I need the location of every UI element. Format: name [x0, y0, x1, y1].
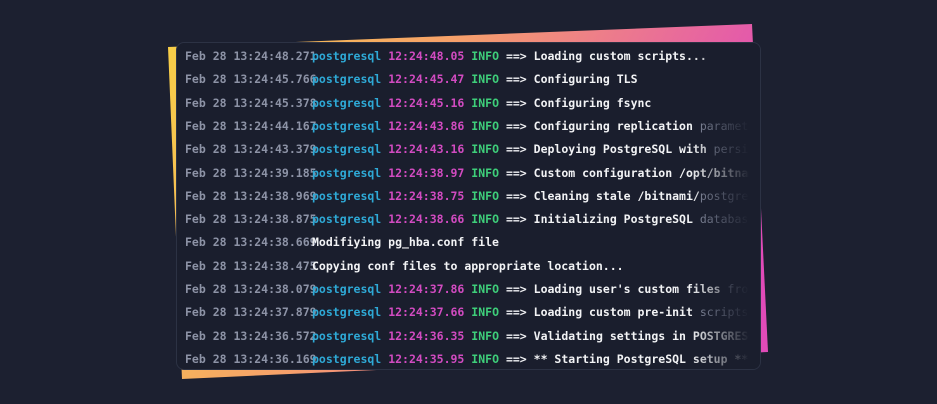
log-time: 12:24:35.95 — [388, 351, 465, 366]
log-timestamp: Feb 28 13:24:48.271 — [185, 49, 317, 63]
log-source: postgresql — [312, 212, 382, 227]
log-source: postgresql — [312, 72, 382, 87]
log-row[interactable]: Feb 28 13:24:48.271postgresql 12:24:48.0… — [185, 46, 760, 66]
log-message: Custom configuration /opt/bitnami/ — [533, 165, 760, 180]
log-time: 12:24:37.86 — [388, 282, 465, 296]
log-arrow: ==> — [505, 212, 527, 227]
log-message-continued: persisted data... — [713, 142, 760, 157]
log-arrow: ==> — [505, 188, 527, 203]
log-level: INFO — [471, 165, 499, 180]
log-time: 12:24:38.97 — [388, 165, 465, 180]
log-time: 12:24:45.16 — [388, 95, 465, 110]
log-timestamp: Feb 28 13:24:45.378 — [185, 95, 317, 110]
log-row[interactable]: Feb 28 13:24:38.475Copying conf files to… — [185, 256, 760, 276]
log-message: Loading custom pre-init — [533, 305, 693, 320]
log-timestamp: Feb 28 13:24:36.572 — [185, 328, 317, 343]
log-row[interactable]: Feb 28 13:24:38.669Modifiying pg_hba.con… — [185, 232, 760, 252]
log-time: 12:24:37.66 — [388, 305, 465, 320]
log-source: postgresql — [312, 95, 382, 110]
log-level: INFO — [471, 188, 499, 203]
log-message-continued: database... — [699, 212, 760, 227]
log-row[interactable]: Feb 28 13:24:36.572postgresql 12:24:36.3… — [185, 326, 760, 346]
log-arrow: ==> — [505, 72, 527, 87]
log-source: postgresql — [312, 305, 382, 320]
log-time: 12:24:38.66 — [388, 212, 465, 227]
log-arrow: ==> — [505, 118, 527, 133]
log-row[interactable]: Feb 28 13:24:45.378postgresql 12:24:45.1… — [185, 93, 760, 113]
log-source: postgresql — [312, 188, 382, 203]
log-row[interactable]: Feb 28 13:24:43.379postgresql 12:24:43.1… — [185, 139, 760, 159]
log-message: Initializing PostgreSQL — [533, 212, 693, 227]
log-row[interactable]: Feb 28 13:24:36.169postgresql 12:24:35.9… — [185, 349, 760, 369]
log-timestamp: Feb 28 13:24:38.875 — [185, 212, 317, 227]
log-source: postgresql — [312, 351, 382, 366]
log-message: Configuring replication — [533, 118, 693, 133]
log-time: 12:24:48.05 — [388, 49, 465, 63]
log-message: ** Starting PostgreSQL setup ** — [533, 351, 749, 366]
log-timestamp: Feb 28 13:24:38.079 — [185, 282, 317, 296]
log-time: 12:24:43.86 — [388, 118, 465, 133]
log-timestamp: Feb 28 13:24:39.185 — [185, 165, 317, 180]
log-timestamp: Feb 28 13:24:37.879 — [185, 305, 317, 320]
log-row[interactable]: Feb 28 13:24:37.879postgresql 12:24:37.6… — [185, 302, 760, 322]
log-row[interactable]: Feb 28 13:24:44.167postgresql 12:24:43.8… — [185, 116, 760, 136]
log-timestamp: Feb 28 13:24:44.167 — [185, 118, 317, 133]
log-message: Deploying PostgreSQL with — [533, 142, 707, 157]
log-message: Loading custom scripts... — [533, 49, 707, 63]
log-level: INFO — [471, 305, 499, 320]
log-row[interactable]: Feb 28 13:24:38.875postgresql 12:24:38.6… — [185, 209, 760, 229]
log-source: postgresql — [312, 118, 382, 133]
log-time: 12:24:43.16 — [388, 142, 465, 157]
log-level: INFO — [471, 212, 499, 227]
log-source: postgresql — [312, 142, 382, 157]
log-level: INFO — [471, 72, 499, 87]
log-source: postgresql — [312, 165, 382, 180]
log-message: Loading user's custom files — [533, 282, 721, 296]
log-arrow: ==> — [505, 49, 527, 63]
log-arrow: ==> — [505, 282, 527, 296]
log-time: 12:24:36.35 — [388, 328, 465, 343]
log-message: Modifiying pg_hba.conf file — [312, 235, 499, 250]
log-arrow: ==> — [505, 142, 527, 157]
log-time: 12:24:38.75 — [388, 188, 465, 203]
log-level: INFO — [471, 118, 499, 133]
log-level: INFO — [471, 142, 499, 157]
log-message-continued: parameters — [699, 118, 760, 133]
log-row[interactable]: Feb 28 13:24:38.969postgresql 12:24:38.7… — [185, 186, 760, 206]
log-row[interactable]: Feb 28 13:24:45.766postgresql 12:24:45.4… — [185, 69, 760, 89]
log-message: Cleaning stale /bitnami/ — [533, 188, 700, 203]
log-timestamp: Feb 28 13:24:38.475 — [185, 258, 317, 273]
log-message-continued: postgresql/data/po — [699, 188, 760, 203]
log-level: INFO — [471, 49, 499, 63]
log-time: 12:24:45.47 — [388, 72, 465, 87]
log-level: INFO — [471, 351, 499, 366]
log-row[interactable]: Feb 28 13:24:39.185postgresql 12:24:38.9… — [185, 163, 760, 183]
log-panel[interactable]: Feb 28 13:24:48.271postgresql 12:24:48.0… — [176, 42, 761, 370]
log-arrow: ==> — [505, 165, 527, 180]
log-message: Configuring TLS — [533, 72, 638, 87]
log-arrow: ==> — [505, 95, 527, 110]
log-source: postgresql — [312, 49, 382, 63]
log-message: Copying conf files to appropriate locati… — [312, 258, 624, 273]
log-row[interactable]: Feb 28 13:24:38.079postgresql 12:24:37.8… — [185, 279, 760, 299]
log-source: postgresql — [312, 282, 382, 296]
log-level: INFO — [471, 282, 499, 296]
log-timestamp: Feb 28 13:24:36.169 — [185, 351, 317, 366]
log-message-continued: from /docker-e — [727, 282, 760, 296]
log-timestamp: Feb 28 13:24:38.969 — [185, 188, 317, 203]
log-message: Validating settings in POSTGRESQL_* — [533, 328, 760, 343]
log-arrow: ==> — [505, 305, 527, 320]
log-timestamp: Feb 28 13:24:38.669 — [185, 235, 317, 250]
log-arrow: ==> — [505, 351, 527, 366]
log-arrow: ==> — [505, 328, 527, 343]
log-source: postgresql — [312, 328, 382, 343]
log-level: INFO — [471, 95, 499, 110]
log-timestamp: Feb 28 13:24:43.379 — [185, 142, 317, 157]
log-message-continued: scripts... — [699, 305, 760, 320]
log-message: Configuring fsync — [533, 95, 652, 110]
log-level: INFO — [471, 328, 499, 343]
log-timestamp: Feb 28 13:24:45.766 — [185, 72, 317, 87]
